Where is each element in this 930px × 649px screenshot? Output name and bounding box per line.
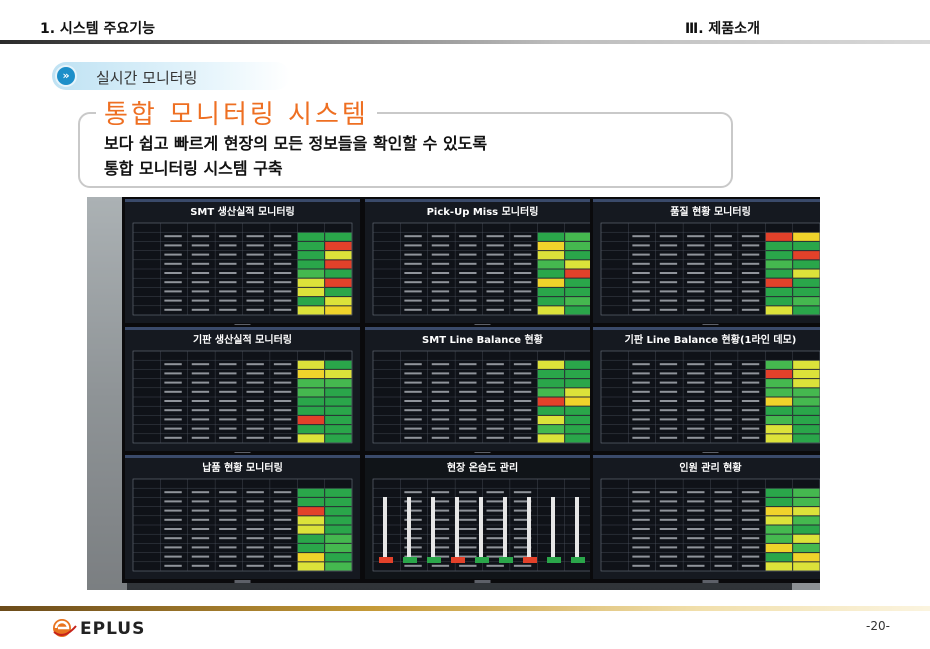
eplus-logo-icon: [53, 619, 77, 637]
monitor-title: 기판 생산실적 모니터링: [193, 333, 292, 346]
monitor-title: 품질 현황 모니터링: [670, 205, 751, 218]
monitor-screen: Pick-Up Miss 모니터링: [362, 197, 603, 327]
monitor-screen: SMT 생산실적 모니터링: [122, 197, 363, 327]
monitor-wall: SMT 생산실적 모니터링 Pick-Up Miss 모니터링 품질 현황 모니터링…: [87, 197, 820, 590]
monitor-screen: 인원 관리 현황: [590, 453, 820, 583]
monitor-screen: 품질 현황 모니터링: [590, 197, 820, 327]
header-left-title: 1. 시스템 주요기능: [40, 21, 155, 37]
monitor-title: 현장 온습도 관리: [447, 461, 518, 474]
monitor-title: SMT Line Balance 현황: [422, 333, 544, 346]
monitor-screen: SMT Line Balance 현황: [362, 325, 603, 455]
section-label: 실시간 모니터링: [96, 69, 198, 87]
monitor-title: 인원 관리 현황: [679, 461, 742, 474]
monitor-title: 기판 Line Balance 현황(1라인 데모): [625, 333, 797, 346]
page-number: -20-: [866, 619, 890, 633]
monitor-screen: 기판 생산실적 모니터링: [122, 325, 363, 455]
monitor-title: SMT 생산실적 모니터링: [190, 205, 295, 218]
monitor-title: 납품 현황 모니터링: [202, 461, 283, 474]
footer-logo-text: EPLUS: [80, 619, 146, 639]
double-chevron-right-icon: »: [57, 67, 75, 85]
monitor-title: Pick-Up Miss 모니터링: [427, 205, 539, 218]
monitor-screen: 납품 현황 모니터링: [122, 453, 363, 583]
header-right-title: Ⅲ. 제품소개: [685, 21, 760, 37]
header-rule: [0, 40, 930, 44]
summary-title: 통합 모니터링 시스템: [96, 94, 377, 131]
monitor-screen: 기판 Line Balance 현황(1라인 데모): [590, 325, 820, 455]
footer-rule: [0, 606, 930, 611]
monitor-screen: 현장 온습도 관리: [362, 453, 603, 583]
monitoring-photo: SMT 생산실적 모니터링 Pick-Up Miss 모니터링 품질 현황 모니터링…: [87, 197, 820, 590]
summary-line-2: 통합 모니터링 시스템 구축: [104, 159, 283, 178]
summary-line-1: 보다 쉽고 빠르게 현장의 모든 정보들을 확인할 수 있도록: [104, 134, 488, 153]
